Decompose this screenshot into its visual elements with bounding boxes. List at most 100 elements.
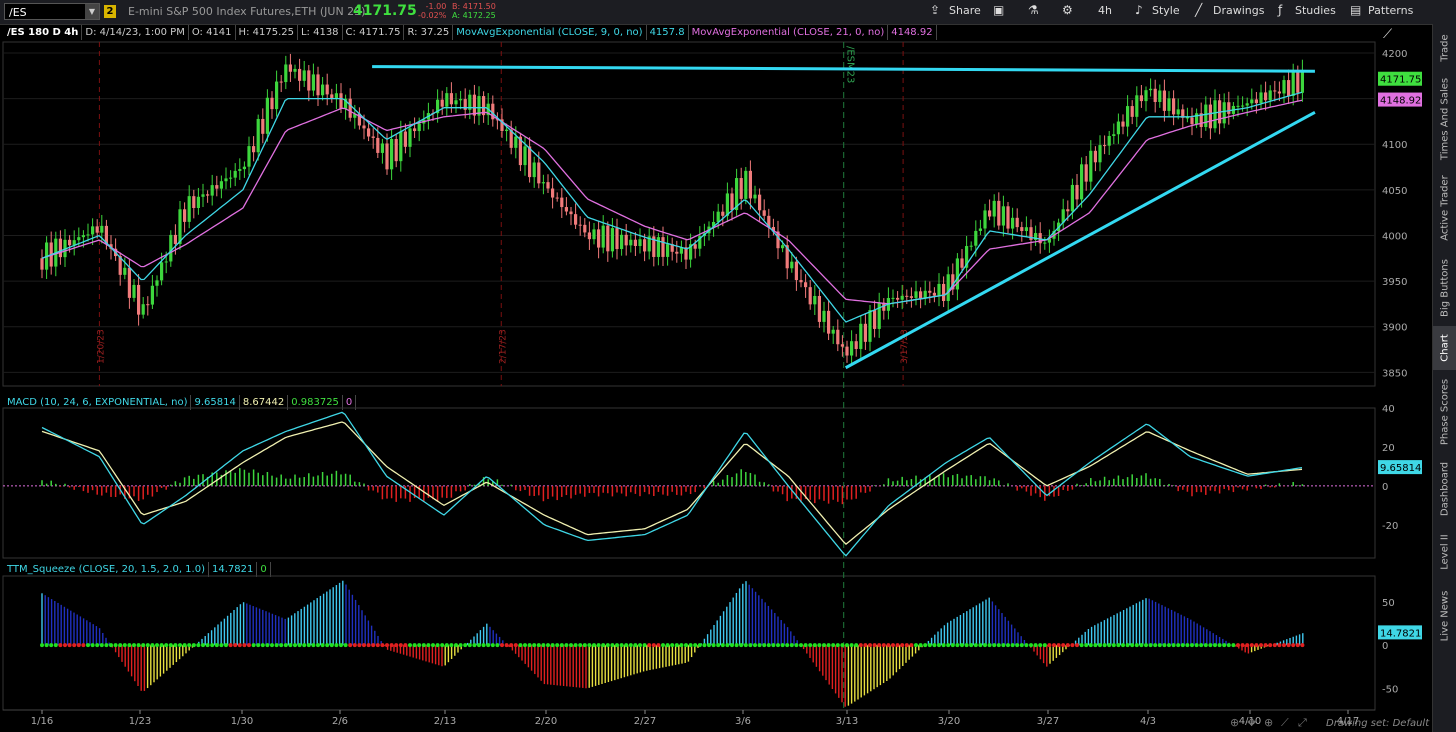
- candle-body: [919, 291, 923, 299]
- x-tick-label: 3/13: [836, 716, 858, 727]
- line-tool-icon[interactable]: ⟋: [1281, 716, 1289, 729]
- squeeze-dot: [72, 643, 77, 648]
- squeeze-dot: [794, 643, 799, 648]
- gear-icon[interactable]: ⚙: [1062, 3, 1073, 17]
- squeeze-dot: [141, 643, 146, 648]
- last-price-tag-text: 4171.75: [1380, 75, 1421, 86]
- tab-active-trader[interactable]: Active Trader: [1433, 168, 1456, 248]
- price-change: -1.00 -0.02%: [418, 2, 446, 20]
- share-button[interactable]: Share: [949, 4, 981, 17]
- squeeze-dot: [628, 643, 633, 648]
- squeeze-dot: [812, 643, 817, 648]
- candle-body: [1103, 145, 1107, 147]
- chevron-down-icon[interactable]: ▼: [85, 4, 99, 19]
- style-button[interactable]: Style: [1152, 4, 1180, 17]
- drawing-set-label[interactable]: Drawing set: Default: [1326, 718, 1430, 729]
- x-tick-label: 2/6: [332, 716, 348, 727]
- tab-dashboard[interactable]: Dashboard: [1433, 454, 1456, 524]
- last-price-tag-text: 4148.92: [1380, 96, 1421, 107]
- squeeze-dot: [49, 643, 54, 648]
- chart-canvas[interactable]: 1/20/23 2/17/23 3/17/23/ESM23 385039003950…: [0, 24, 1432, 732]
- crosshair-icon[interactable]: ⊕: [1264, 716, 1273, 729]
- candle-body: [624, 234, 628, 246]
- candle-body: [311, 74, 315, 91]
- ray-tool-icon[interactable]: ⤢: [1298, 716, 1307, 729]
- style-icon[interactable]: ♪: [1135, 3, 1143, 17]
- candle-body: [946, 274, 950, 302]
- squeeze-dot: [182, 643, 187, 648]
- tab-live-news[interactable]: Live News: [1433, 580, 1456, 652]
- squeeze-dot: [145, 643, 150, 648]
- tab-phase-scores[interactable]: Phase Scores: [1433, 372, 1456, 452]
- studies-button[interactable]: Studies: [1295, 4, 1336, 17]
- candle-body: [284, 64, 288, 83]
- candle-body: [261, 118, 265, 134]
- candle-body: [854, 341, 858, 349]
- pencil-icon[interactable]: ╱: [1195, 3, 1202, 17]
- patterns-icon[interactable]: ▤: [1350, 3, 1361, 17]
- link-badge[interactable]: 2: [104, 5, 116, 18]
- candle-body: [675, 251, 679, 254]
- studies-icon[interactable]: ƒ: [1278, 3, 1282, 17]
- candle-body: [362, 125, 366, 129]
- candle-body: [1213, 100, 1217, 129]
- squeeze-dot: [1047, 643, 1052, 648]
- macd-tick-label: 20: [1382, 443, 1395, 454]
- drawings-button[interactable]: Drawings: [1213, 4, 1264, 17]
- squeeze-dot: [1240, 643, 1245, 648]
- candle-body: [1158, 90, 1162, 102]
- tab-times-and-sales[interactable]: Times And Sales: [1433, 74, 1456, 164]
- pan-icon[interactable]: ✥: [1247, 716, 1256, 729]
- candle-body: [514, 136, 518, 148]
- tab-big-buttons[interactable]: Big Buttons: [1433, 252, 1456, 324]
- squeeze-dot: [1019, 643, 1024, 648]
- candle-body: [302, 70, 306, 81]
- x-tick-label: 1/16: [31, 716, 53, 727]
- candle-body: [1222, 102, 1226, 124]
- squeeze-dot: [1226, 643, 1231, 648]
- squeeze-dot: [1190, 643, 1194, 648]
- candle-body: [270, 97, 274, 110]
- squeeze-dot: [900, 643, 905, 648]
- candle-body: [95, 226, 99, 233]
- patterns-button[interactable]: Patterns: [1368, 4, 1413, 17]
- squeeze-dot: [247, 643, 251, 648]
- squeeze-dot: [311, 643, 316, 648]
- tab-level-ii[interactable]: Level II: [1433, 526, 1456, 578]
- squeeze-dot: [343, 643, 348, 648]
- drawing-tool-icon[interactable]: ⟋: [1383, 27, 1393, 42]
- squeeze-dot: [63, 643, 67, 648]
- squeeze-dot: [334, 643, 339, 648]
- squeeze-dot: [872, 643, 877, 648]
- squeeze-dot: [302, 643, 307, 648]
- squeeze-dot: [1121, 643, 1125, 648]
- snapshot-icon[interactable]: ▣: [993, 3, 1004, 17]
- squeeze-dot: [725, 643, 730, 648]
- candle-body: [1176, 109, 1180, 115]
- candle-body: [983, 210, 987, 229]
- candle-body: [1080, 164, 1084, 200]
- candle-body: [298, 68, 302, 81]
- candle-body: [620, 234, 624, 250]
- squeeze-dot: [486, 643, 491, 648]
- squeeze-dot: [541, 643, 546, 648]
- squeeze-dot: [739, 643, 744, 648]
- ttm-tick-label: 50: [1382, 598, 1395, 609]
- squeeze-dot: [394, 643, 399, 648]
- candle-body: [132, 284, 136, 298]
- share-icon[interactable]: ⇪: [930, 3, 940, 17]
- tab-chart[interactable]: Chart: [1433, 326, 1456, 370]
- candle-body: [219, 181, 223, 189]
- symbol-input[interactable]: /ES ▼: [4, 3, 100, 20]
- macd-last-tag-text: 9.65814: [1380, 463, 1421, 474]
- squeeze-dot: [366, 643, 371, 648]
- flask-icon[interactable]: ⚗: [1028, 3, 1039, 17]
- candle-body: [339, 93, 343, 109]
- candle-body: [141, 304, 145, 315]
- timeframe-button[interactable]: 4h: [1098, 4, 1112, 17]
- zoom-in-icon[interactable]: ⊕: [1230, 716, 1239, 729]
- candle-body: [325, 84, 329, 95]
- candle-body: [169, 234, 173, 262]
- squeeze-dot: [615, 643, 619, 648]
- tab-trade[interactable]: Trade: [1433, 26, 1456, 70]
